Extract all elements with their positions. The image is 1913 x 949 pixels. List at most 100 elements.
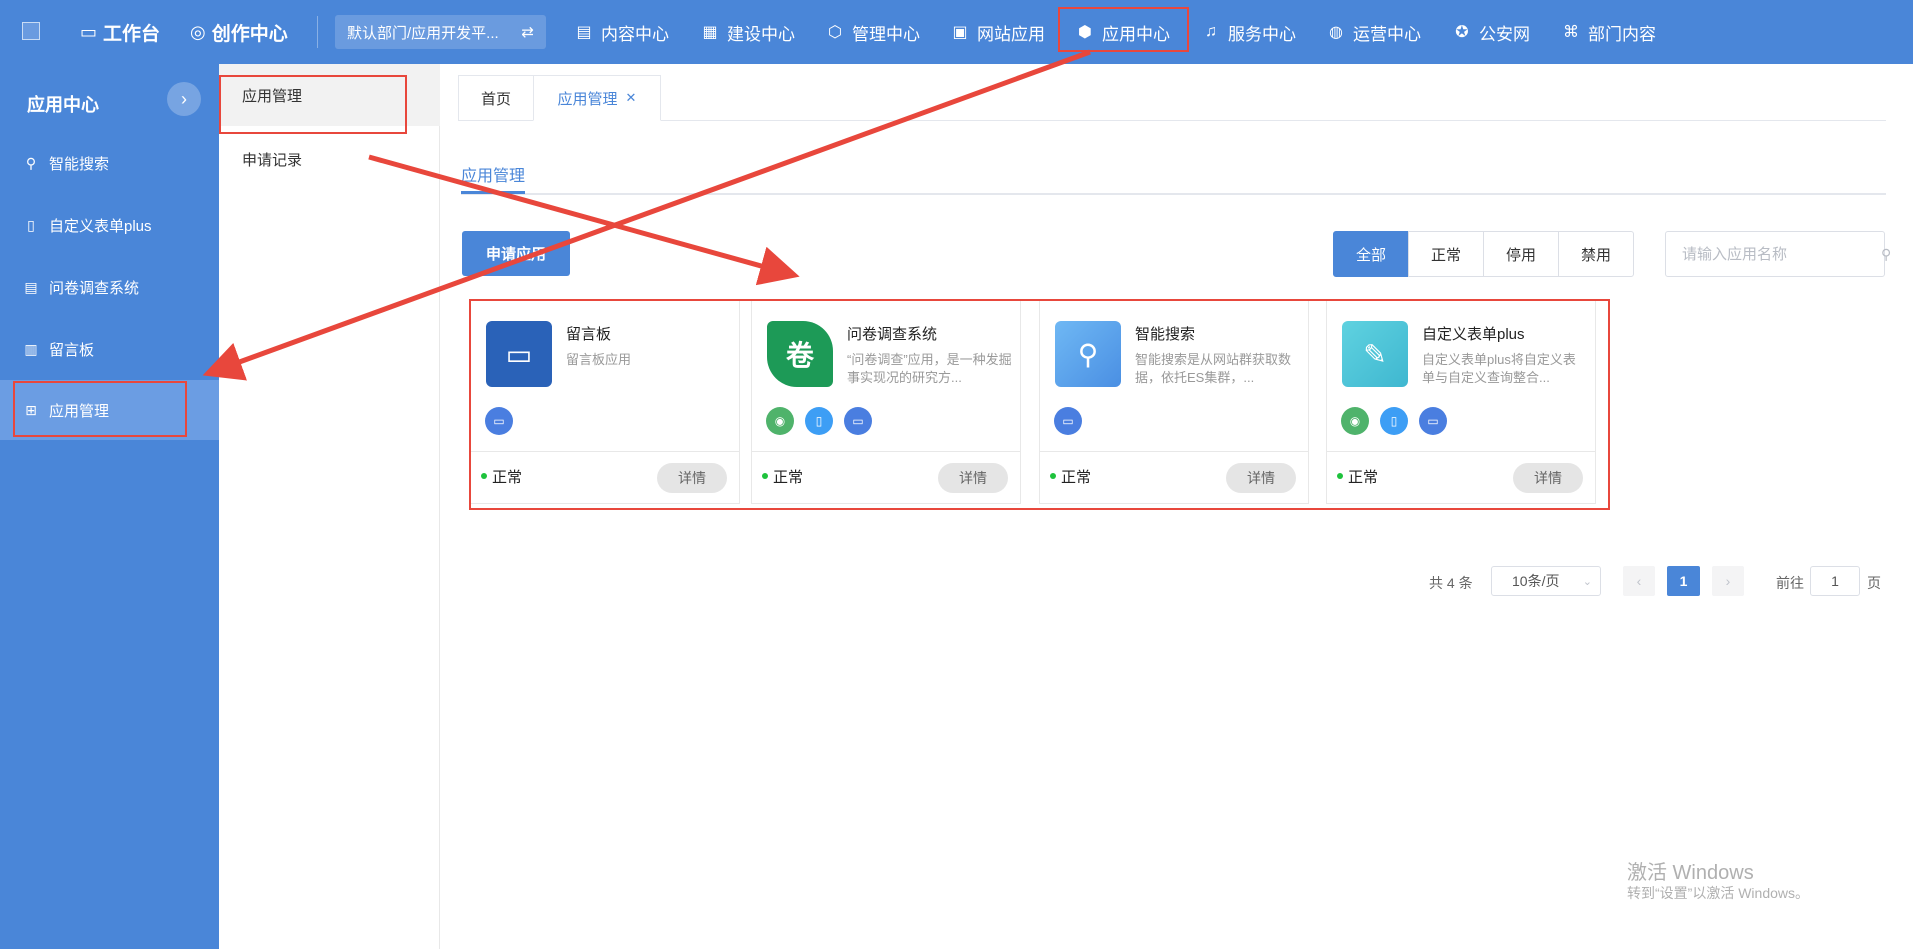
app-search-box: ⚲: [1665, 231, 1891, 277]
top-navbar: ▭ 工作台 ◎ 创作中心 默认部门/应用开发平... ⇄ ▤ 内容中心 ▦ 建设…: [0, 0, 1913, 64]
message-board-app-icon: ▭: [486, 321, 552, 387]
cube-icon: ⬢: [1078, 24, 1092, 41]
nav-operation-center[interactable]: ◍ 运营中心: [1327, 0, 1421, 64]
sidebar-item-label: 问卷调查系统: [49, 279, 140, 297]
tab-home[interactable]: 首页: [458, 75, 534, 121]
survey-app-icon: 卷: [767, 321, 833, 387]
app-name: 智能搜索: [1135, 326, 1196, 343]
detail-button[interactable]: 详情: [938, 463, 1008, 493]
nav-dept-content[interactable]: ⌘ 部门内容: [1562, 0, 1656, 64]
activation-watermark-subtitle: 转到“设置”以激活 Windows。: [1627, 885, 1810, 901]
search-ai-icon: ⚲: [1077, 338, 1099, 370]
app-card: ✎ 自定义表单plus 自定义表单plus将自定义表单与自定义查询整合... ◉…: [1326, 300, 1596, 504]
detail-button[interactable]: 详情: [1513, 463, 1583, 493]
card-footer: 正常 详情: [1040, 451, 1308, 504]
layout-icon: ▦: [702, 24, 718, 41]
nav-app-center[interactable]: ⬢ 应用中心: [1076, 0, 1170, 64]
goto-page-input[interactable]: [1810, 566, 1860, 596]
sidebar-item-custom-form[interactable]: ▯ 自定义表单plus: [0, 195, 219, 255]
logo-image: [22, 22, 40, 40]
next-page-button[interactable]: ›: [1712, 566, 1744, 596]
sidebar-item-smart-search[interactable]: ⚲ 智能搜索: [0, 133, 219, 193]
app-name: 问卷调查系统: [847, 326, 938, 343]
sidebar-item-app-management[interactable]: ⊞ 应用管理: [0, 380, 219, 440]
tab-label: 应用管理: [557, 90, 618, 108]
nav-label: 网站应用: [977, 24, 1045, 44]
page-tabs-bar: 首页 应用管理 ✕: [458, 75, 1886, 121]
custom-form-app-icon: ✎: [1342, 321, 1408, 387]
app-name: 留言板: [566, 326, 612, 343]
pc-platform-icon: ▭: [844, 407, 872, 435]
pc-platform-icon: ▭: [1054, 407, 1082, 435]
page-size-select[interactable]: 10条/页 ⌄: [1491, 566, 1601, 596]
mobile-platform-icon: ▯: [1380, 407, 1408, 435]
nav-service-center[interactable]: ♫ 服务中心: [1202, 0, 1296, 64]
workbench-link[interactable]: ▭ 工作台: [80, 0, 160, 64]
filter-normal[interactable]: 正常: [1408, 231, 1484, 277]
calendar-icon: ▥: [24, 340, 38, 357]
creation-center-link[interactable]: ◎ 创作中心: [190, 0, 288, 64]
activation-watermark-title: 激活 Windows: [1627, 862, 1754, 884]
platform-list: ◉ ▯ ▭: [1341, 407, 1447, 435]
platform-list: ▭: [1054, 407, 1082, 435]
chevron-down-icon: ⌄: [1582, 575, 1592, 588]
chat-icon: ▭: [505, 338, 533, 370]
mobile-platform-icon: ▯: [805, 407, 833, 435]
app-search-input[interactable]: [1682, 245, 1881, 263]
nav-build-center[interactable]: ▦ 建设中心: [701, 0, 795, 64]
status-dot: [1337, 473, 1343, 479]
page-number-current[interactable]: 1: [1667, 566, 1700, 596]
nav-police-network[interactable]: ✪ 公安网: [1453, 0, 1530, 64]
nav-content-center[interactable]: ▤ 内容中心: [575, 0, 669, 64]
nav-website-apps[interactable]: ▣ 网站应用: [951, 0, 1045, 64]
filter-disabled[interactable]: 禁用: [1558, 231, 1634, 277]
page-size-value: 10条/页: [1512, 573, 1560, 589]
search-icon[interactable]: ⚲: [1881, 246, 1891, 263]
sub-menu: 应用管理 申请记录: [219, 64, 440, 949]
department-label: 默认部门/应用开发平...: [347, 24, 499, 42]
detail-button[interactable]: 详情: [657, 463, 727, 493]
close-icon[interactable]: ✕: [626, 90, 637, 106]
wechat-platform-icon: ◉: [766, 407, 794, 435]
pagination-total: 共 4 条: [1429, 575, 1473, 591]
pc-platform-icon: ▭: [485, 407, 513, 435]
status-text: 正常: [773, 469, 804, 486]
section-tab-app-management[interactable]: 应用管理: [461, 162, 525, 186]
status-dot: [1050, 473, 1056, 479]
app-name: 自定义表单plus: [1422, 326, 1525, 343]
nav-label: 部门内容: [1588, 24, 1656, 44]
apply-app-button[interactable]: 申请应用: [462, 231, 570, 276]
search-icon: ⚲: [25, 154, 37, 171]
section-tab-track: [461, 193, 1886, 195]
sidebar-collapse-button[interactable]: ›: [167, 82, 201, 116]
app-description: 自定义表单plus将自定义表单与自定义查询整合...: [1422, 352, 1576, 385]
nav-label: 管理中心: [852, 24, 920, 44]
tab-label: 首页: [480, 90, 511, 108]
department-switcher[interactable]: 默认部门/应用开发平... ⇄: [335, 15, 546, 49]
sidebar-item-message-board[interactable]: ▥ 留言板: [0, 319, 219, 379]
creation-center-label: 创作中心: [211, 23, 288, 45]
sidebar-item-survey[interactable]: ▤ 问卷调查系统: [0, 257, 219, 317]
goto-label: 前往: [1776, 575, 1804, 591]
filter-all[interactable]: 全部: [1333, 231, 1409, 277]
filter-stopped[interactable]: 停用: [1483, 231, 1559, 277]
status-text: 正常: [492, 469, 523, 486]
app-card: ⚲ 智能搜索 智能搜索是从网站群获取数据，依托ES集群，... ▭ 正常 详情: [1039, 300, 1309, 504]
detail-button[interactable]: 详情: [1226, 463, 1296, 493]
submenu-item-app-management[interactable]: 应用管理: [219, 64, 440, 126]
submenu-item-apply-records[interactable]: 申请记录: [219, 128, 440, 190]
badge-icon: ✪: [1455, 24, 1469, 41]
platform-list: ▭: [485, 407, 513, 435]
workbench-label: 工作台: [103, 23, 161, 45]
nav-label: 内容中心: [601, 24, 669, 44]
card-footer: 正常 详情: [471, 451, 739, 504]
chevron-right-icon: ›: [181, 88, 187, 109]
card-footer: 正常 详情: [1327, 451, 1595, 504]
tab-app-management[interactable]: 应用管理 ✕: [533, 75, 661, 121]
nav-label: 公安网: [1479, 24, 1530, 44]
prev-page-button[interactable]: ‹: [1623, 566, 1655, 596]
app-card: ▭ 留言板 留言板应用 ▭ 正常 详情: [470, 300, 740, 504]
headset-icon: ♫: [1205, 23, 1217, 40]
nav-admin-center[interactable]: ⬡ 管理中心: [826, 0, 920, 64]
app-description: 智能搜索是从网站群获取数据，依托ES集群，...: [1135, 352, 1292, 385]
